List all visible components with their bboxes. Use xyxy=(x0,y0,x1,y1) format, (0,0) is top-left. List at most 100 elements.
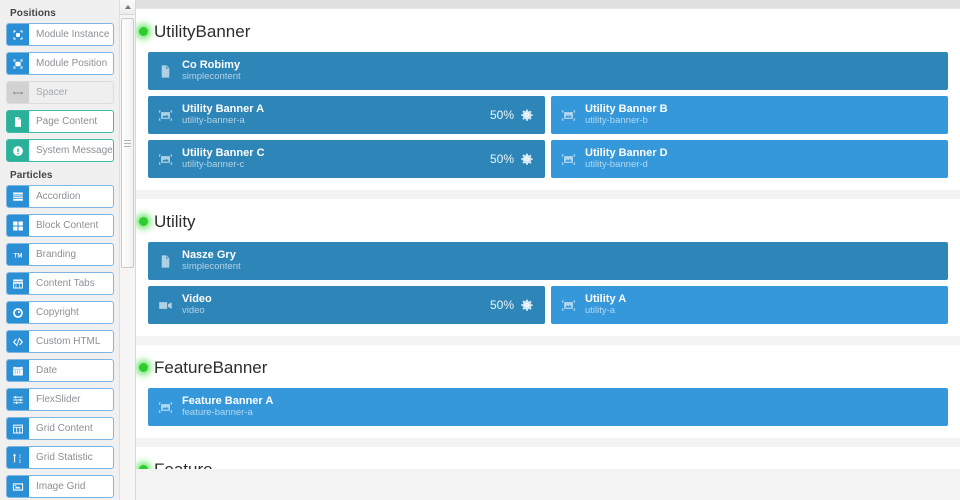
sidebar-item-flexslider[interactable]: FlexSlider xyxy=(6,388,114,411)
sidebar-item-grid-content[interactable]: Grid Content xyxy=(6,417,114,440)
layout-block-feature-banner-a[interactable]: Feature Banner Afeature-banner-a xyxy=(148,388,948,426)
block-row: Feature Banner Afeature-banner-a xyxy=(148,388,948,426)
sidebar-item-date[interactable]: Date xyxy=(6,359,114,382)
section-status-indicator xyxy=(139,464,148,469)
sidebar-item-label: Grid Statistic xyxy=(36,452,93,463)
section-utilitybanner: UtilityBanner Co Robimy simplecontent Utili… xyxy=(136,9,960,190)
gear-icon[interactable] xyxy=(521,153,533,165)
sidebar-item-system-messages[interactable]: System Messages xyxy=(6,139,114,162)
block-text: Video video xyxy=(182,293,490,318)
block-key: video xyxy=(182,306,205,317)
svg-text:TM: TM xyxy=(14,253,23,259)
block-width-percent[interactable]: 50% xyxy=(490,152,514,166)
scrollbar-thumb[interactable] xyxy=(121,18,134,268)
block-text: Utility Banner Cutility-banner-c xyxy=(182,147,490,172)
sidebar-group-title: Particles xyxy=(10,170,53,181)
spacer-icon xyxy=(7,82,29,103)
block-key: utility-banner-d xyxy=(585,160,648,171)
block-title: Video xyxy=(182,292,212,305)
layout-block-simplecontent[interactable]: Nasze Gry simplecontent xyxy=(148,242,948,280)
block-meta: 50% xyxy=(490,298,545,312)
image-grid-icon xyxy=(7,476,29,497)
sidebar-item-label: System Messages xyxy=(36,145,113,156)
sidebar-item-image-grid[interactable]: Image Grid xyxy=(6,475,114,498)
gear-icon[interactable] xyxy=(521,299,533,311)
grid-statistic-icon: 12 xyxy=(7,447,29,468)
sidebar-item-grid-statistic[interactable]: 1 2 Grid Statistic xyxy=(6,446,114,469)
flexslider-icon xyxy=(7,389,29,410)
sidebar-item-label: Spacer xyxy=(36,87,68,98)
layout-block-utility-banner-c[interactable]: Utility Banner Cutility-banner-c 50% xyxy=(148,140,545,178)
layout-block-simplecontent[interactable]: Co Robimy simplecontent xyxy=(148,52,948,90)
sidebar-item-label: Date xyxy=(36,365,58,376)
scrollbar-up-button[interactable] xyxy=(120,0,135,15)
block-meta: 50% xyxy=(490,152,545,166)
block-width-percent[interactable]: 50% xyxy=(490,298,514,312)
block-row: Utility Banner Cutility-banner-c 50% Utili… xyxy=(148,140,948,178)
block-content-icon xyxy=(7,215,29,236)
sidebar-item-content-tabs[interactable]: Content Tabs xyxy=(6,272,114,295)
sidebar: Positions Module Instance Module Position S… xyxy=(0,0,136,500)
block-width-percent[interactable]: 50% xyxy=(490,108,514,122)
layout-block-utility-banner-a[interactable]: Utility Banner Autility-banner-a 50% xyxy=(148,96,545,134)
main-content: UtilityBanner Co Robimy simplecontent Utili… xyxy=(136,0,960,500)
block-key: simplecontent xyxy=(182,262,241,273)
layout-block-utility-banner-d[interactable]: Utility Banner Dutility-banner-d xyxy=(551,140,948,178)
sidebar-item-copyright[interactable]: Copyright xyxy=(6,301,114,324)
block-row: Video video 50% Utility Autility-a xyxy=(148,286,948,324)
grid-content-icon xyxy=(7,418,29,439)
sidebar-item-label: Branding xyxy=(36,249,77,260)
block-row: Co Robimy simplecontent xyxy=(148,52,948,90)
layout-block-video[interactable]: Video video 50% xyxy=(148,286,545,324)
block-key: utility-banner-c xyxy=(182,160,245,171)
sidebar-item-label: Custom HTML xyxy=(36,336,101,347)
sidebar-item-label: Image Grid xyxy=(36,481,86,492)
image-icon xyxy=(148,400,182,415)
svg-text:2: 2 xyxy=(19,458,22,463)
sidebar-item-label: Module Instance xyxy=(36,29,110,40)
block-text: Nasze Gry simplecontent xyxy=(182,249,948,274)
sidebar-item-module-instance[interactable]: Module Instance xyxy=(6,23,114,46)
content-tabs-icon xyxy=(7,273,29,294)
sidebar-item-accordion[interactable]: Accordion xyxy=(6,185,114,208)
section-featurebanner: FeatureBanner Feature Banner Afeature-ban… xyxy=(136,345,960,438)
section-title: FeatureBanner xyxy=(154,357,268,377)
module-position-icon xyxy=(7,53,29,74)
block-meta: 50% xyxy=(490,108,545,122)
page-content-icon xyxy=(7,111,29,132)
module-instance-icon xyxy=(7,24,29,45)
date-icon xyxy=(7,360,29,381)
section-header: UtilityBanner xyxy=(139,19,948,43)
sidebar-item-page-content[interactable]: Page Content xyxy=(6,110,114,133)
sidebar-item-custom-html[interactable]: Custom HTML xyxy=(6,330,114,353)
section-title: Utility xyxy=(154,211,196,231)
sidebar-scrollbar[interactable] xyxy=(119,0,135,500)
section-feature: Feature xyxy=(136,447,960,469)
sidebar-item-label: Module Position xyxy=(36,58,108,69)
sidebar-item-branding[interactable]: TM Branding xyxy=(6,243,114,266)
section-header: Feature xyxy=(139,457,948,470)
system-messages-icon xyxy=(7,140,29,161)
video-icon xyxy=(148,298,182,313)
sidebar-item-spacer[interactable]: Spacer xyxy=(6,81,114,104)
image-icon xyxy=(148,108,182,123)
gear-icon[interactable] xyxy=(521,109,533,121)
copyright-icon xyxy=(7,302,29,323)
section-title: Feature xyxy=(154,459,213,470)
block-title: Utility Banner B xyxy=(585,102,668,115)
sidebar-item-label: Grid Content xyxy=(36,423,93,434)
branding-icon: TM xyxy=(7,244,29,265)
sidebar-item-label: Block Content xyxy=(36,220,99,231)
sidebar-item-block-content[interactable]: Block Content xyxy=(6,214,114,237)
block-key: utility-a xyxy=(585,306,616,317)
block-title: Utility Banner D xyxy=(585,146,668,159)
section-utility: Utility Nasze Gry simplecontent Video video 5… xyxy=(136,199,960,336)
sidebar-group-title: Positions xyxy=(10,8,56,19)
layout-block-utility-a[interactable]: Utility Autility-a xyxy=(551,286,948,324)
block-text: Feature Banner Afeature-banner-a xyxy=(182,395,948,420)
section-status-indicator xyxy=(139,362,148,372)
sidebar-item-label: Copyright xyxy=(36,307,79,318)
section-header: Utility xyxy=(139,209,948,233)
sidebar-item-module-position[interactable]: Module Position xyxy=(6,52,114,75)
layout-block-utility-banner-b[interactable]: Utility Banner Butility-banner-b xyxy=(551,96,948,134)
